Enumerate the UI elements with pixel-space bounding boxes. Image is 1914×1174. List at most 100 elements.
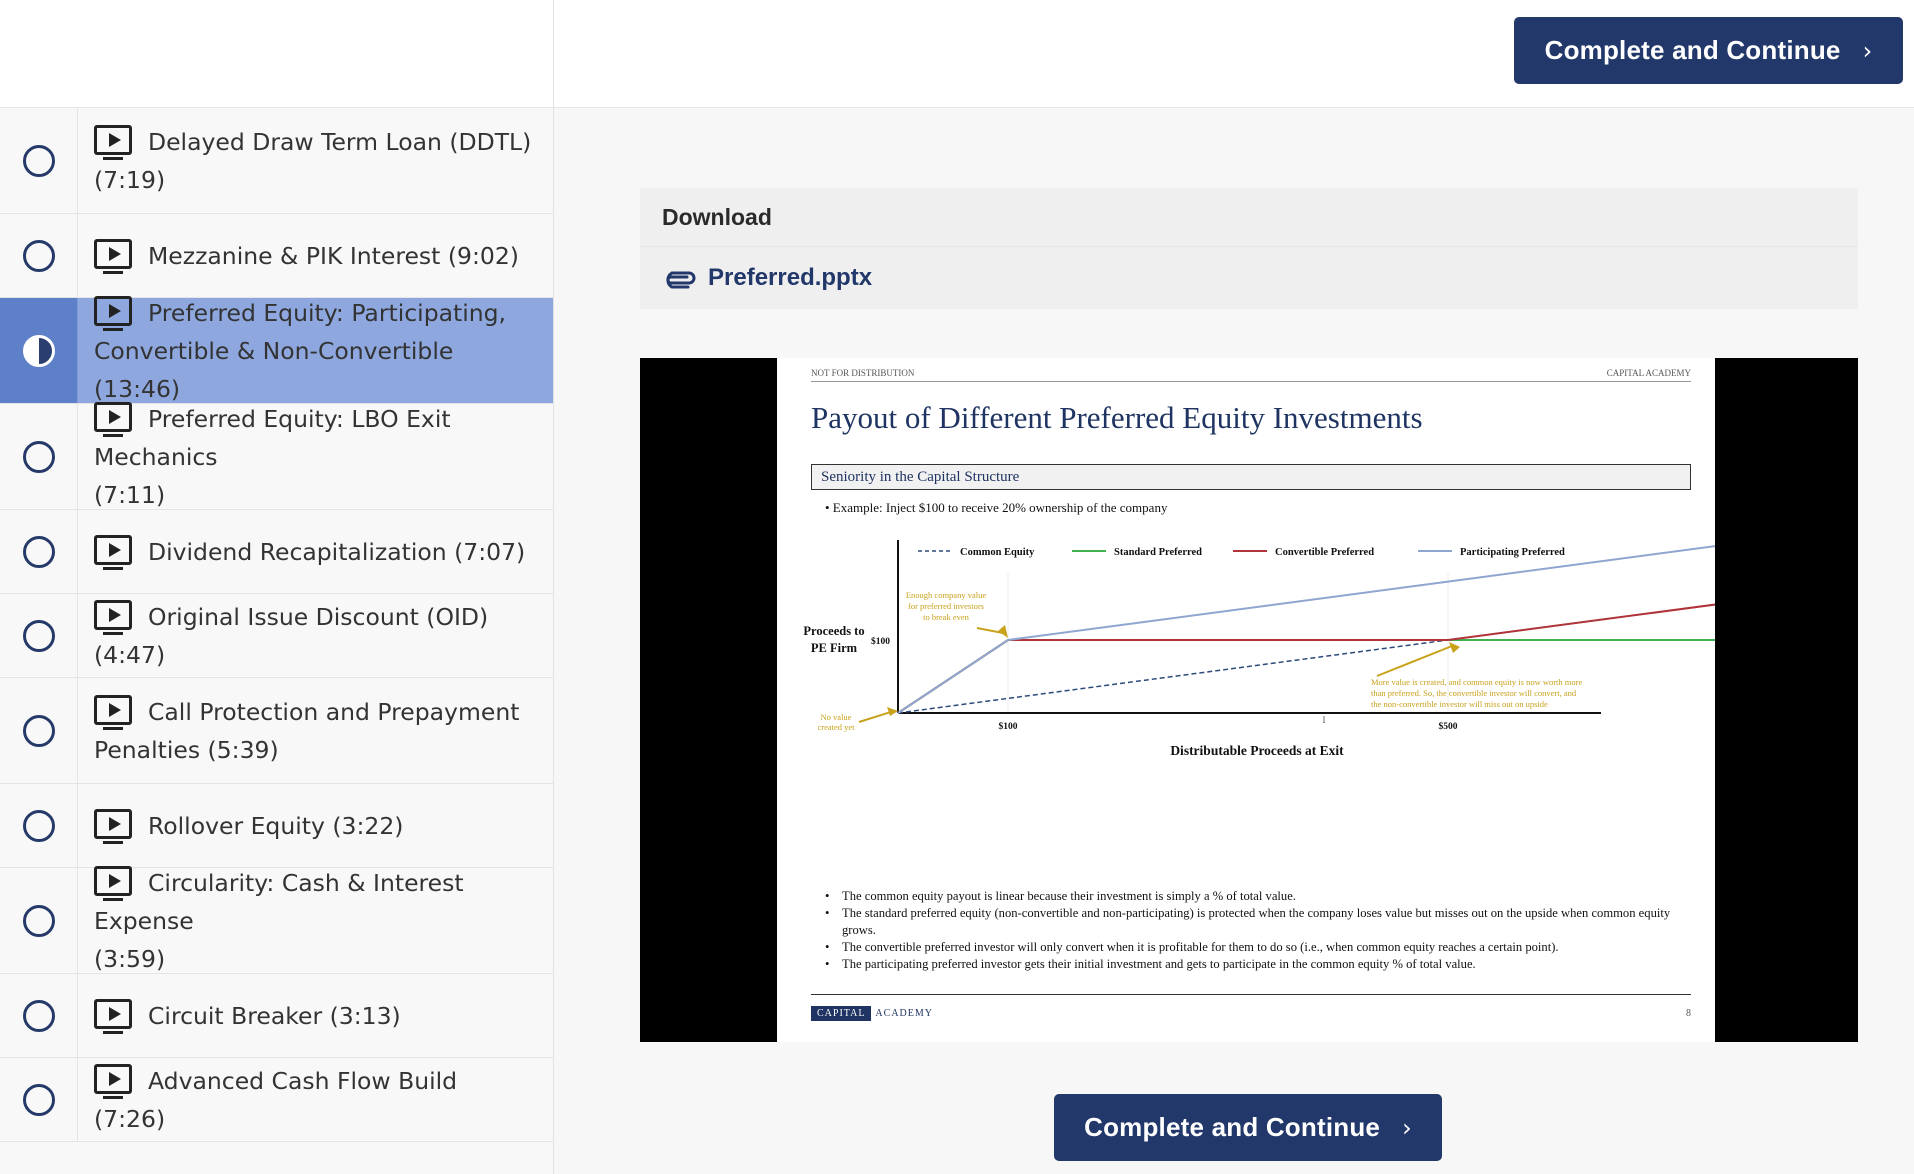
empty-circle-icon xyxy=(22,714,55,747)
lesson-status xyxy=(0,298,78,403)
empty-circle-icon xyxy=(22,809,55,842)
lesson-title-cont: Convertible & Non-Convertible (13:46) xyxy=(94,336,454,403)
lesson-title: Original Issue Discount (OID) (4:47) xyxy=(94,602,489,669)
lesson-item[interactable]: Advanced Cash Flow Build (7:26) xyxy=(0,1058,553,1142)
lesson-title-cont: Penalties (5:39) xyxy=(94,735,279,764)
lesson-status xyxy=(0,404,78,509)
lesson-text: Call Protection and Prepayment Penalties … xyxy=(78,678,553,783)
course-sidebar: Delayed Draw Term Loan (DDTL) (7:19) Mezza… xyxy=(0,0,554,1174)
lesson-title: Rollover Equity (3:22) xyxy=(148,811,404,840)
x-axis-label: Distributable Proceeds at Exit xyxy=(1170,743,1344,758)
lesson-status xyxy=(0,1058,78,1141)
lesson-text: Mezzanine & PIK Interest (9:02) xyxy=(78,214,553,297)
annotation-arrow xyxy=(1376,645,1453,677)
lesson-item[interactable]: Preferred Equity: Participating, Converti… xyxy=(0,295,553,404)
lesson-item[interactable]: Mezzanine & PIK Interest (9:02) xyxy=(0,214,553,298)
annotation-text: More value is created, and common equity… xyxy=(1371,677,1582,687)
lesson-text: Circularity: Cash & Interest Expense (3:5… xyxy=(78,865,553,973)
empty-circle-icon xyxy=(22,619,55,652)
slide-footer-rule xyxy=(811,994,1691,995)
complete-button-label: Complete and Continue xyxy=(1084,1112,1381,1142)
empty-circle-icon xyxy=(22,535,55,568)
lesson-list: Delayed Draw Term Loan (DDTL) (7:19) Mezza… xyxy=(0,108,553,1142)
annotation-text: created yet xyxy=(817,722,855,732)
slide-bullet: The common equity payout is linear becau… xyxy=(825,888,1685,905)
lesson-title-cont: (7:11) xyxy=(94,480,166,509)
slide-frame: NOT FOR DISTRIBUTION CAPITAL ACADEMY Pay… xyxy=(777,358,1715,1042)
lesson-item[interactable]: Circularity: Cash & Interest Expense (3:5… xyxy=(0,865,553,974)
lesson-item[interactable]: Rollover Equity (3:22) xyxy=(0,784,553,868)
lesson-item[interactable]: Original Issue Discount (OID) (4:47) xyxy=(0,594,553,678)
chevron-right-icon: › xyxy=(1862,36,1873,65)
x-tick-label: $500 xyxy=(1439,721,1458,732)
video-lesson-icon xyxy=(94,865,132,901)
lesson-status xyxy=(0,594,78,677)
video-player[interactable]: NOT FOR DISTRIBUTION CAPITAL ACADEMY Pay… xyxy=(640,358,1858,1042)
lesson-title: Preferred Equity: Participating, xyxy=(148,298,507,327)
video-lesson-icon xyxy=(94,694,132,730)
footer-logo-capital: CAPITAL xyxy=(811,1006,872,1021)
annotation-text: than preferred. So, the convertible inve… xyxy=(1371,688,1577,698)
annotation-text: for preferred investors xyxy=(908,601,984,611)
legend-label: Standard Preferred xyxy=(1114,547,1202,558)
chevron-right-icon: › xyxy=(1402,1113,1412,1142)
half-circle-progress-icon xyxy=(22,334,55,367)
slide-bullet: The participating preferred investor get… xyxy=(825,956,1685,973)
lesson-title: Call Protection and Prepayment xyxy=(148,697,520,726)
lesson-item[interactable]: Circuit Breaker (3:13) xyxy=(0,974,553,1058)
video-lesson-icon xyxy=(94,599,132,635)
video-lesson-icon xyxy=(94,998,132,1034)
video-lesson-icon xyxy=(94,534,132,570)
slide-bullet: The standard preferred equity (non-conve… xyxy=(825,905,1685,939)
download-panel: Download Preferred.pptx xyxy=(640,188,1858,309)
lesson-status xyxy=(0,214,78,297)
download-file-link[interactable]: Preferred.pptx xyxy=(640,247,1858,309)
video-lesson-icon xyxy=(94,1063,132,1099)
annotation-text: the non-convertible investor will miss o… xyxy=(1371,699,1548,709)
lesson-title-cont: (7:19) xyxy=(94,165,166,194)
lesson-title: Preferred Equity: LBO Exit Mechanics xyxy=(94,404,451,471)
empty-circle-icon xyxy=(22,999,55,1032)
lecture-main: Complete and Continue › Download Preferr… xyxy=(554,0,1914,1174)
y-axis-label: Proceeds to xyxy=(803,624,864,638)
footer-logo-academy: ACADEMY xyxy=(875,1008,933,1019)
complete-button-label: Complete and Continue xyxy=(1544,35,1841,65)
lesson-text: Delayed Draw Term Loan (DDTL) (7:19) xyxy=(78,108,553,213)
video-lesson-icon xyxy=(94,401,132,437)
complete-and-continue-button[interactable]: Complete and Continue › xyxy=(1514,17,1903,84)
text-cursor-icon: I xyxy=(1323,715,1326,725)
lesson-status xyxy=(0,678,78,783)
lesson-item[interactable]: Call Protection and Prepayment Penalties … xyxy=(0,678,553,784)
legend-label: Participating Preferred xyxy=(1460,547,1565,558)
empty-circle-icon xyxy=(22,440,55,473)
complete-and-continue-button-bottom[interactable]: Complete and Continue › xyxy=(1054,1094,1442,1161)
lesson-status xyxy=(0,784,78,867)
video-lesson-icon xyxy=(94,808,132,844)
lesson-item[interactable]: Dividend Recapitalization (7:07) xyxy=(0,510,553,594)
legend-label: Common Equity xyxy=(960,547,1035,558)
slide-bullet: The convertible preferred investor will … xyxy=(825,939,1685,956)
annotation-text: to break even xyxy=(923,612,970,622)
y-axis-label: PE Firm xyxy=(811,641,858,655)
lesson-title: Mezzanine & PIK Interest (9:02) xyxy=(148,241,519,270)
lesson-text: Original Issue Discount (OID) (4:47) xyxy=(78,594,553,677)
lesson-title: Circuit Breaker (3:13) xyxy=(148,1001,401,1030)
annotation-arrowhead xyxy=(887,707,898,716)
lesson-title: Delayed Draw Term Loan (DDTL) xyxy=(148,127,532,156)
series-line xyxy=(897,639,1715,714)
lesson-text: Circuit Breaker (3:13) xyxy=(78,974,553,1057)
lesson-status xyxy=(0,510,78,593)
annotation-arrow xyxy=(858,710,895,723)
video-lesson-icon xyxy=(94,295,132,331)
lesson-title: Dividend Recapitalization (7:07) xyxy=(148,537,526,566)
download-title: Download xyxy=(640,188,1858,247)
series-line xyxy=(897,603,1715,714)
slide-bullets: The common equity payout is linear becau… xyxy=(825,888,1685,973)
empty-circle-icon xyxy=(22,144,55,177)
slide-footer: CAPITAL ACADEMY 8 xyxy=(811,1006,1691,1021)
empty-circle-icon xyxy=(22,904,55,937)
lesson-title-cont: (3:59) xyxy=(94,944,166,973)
lesson-item[interactable]: Preferred Equity: LBO Exit Mechanics (7:1… xyxy=(0,401,553,510)
lesson-status xyxy=(0,974,78,1057)
lesson-item[interactable]: Delayed Draw Term Loan (DDTL) (7:19) xyxy=(0,108,553,214)
